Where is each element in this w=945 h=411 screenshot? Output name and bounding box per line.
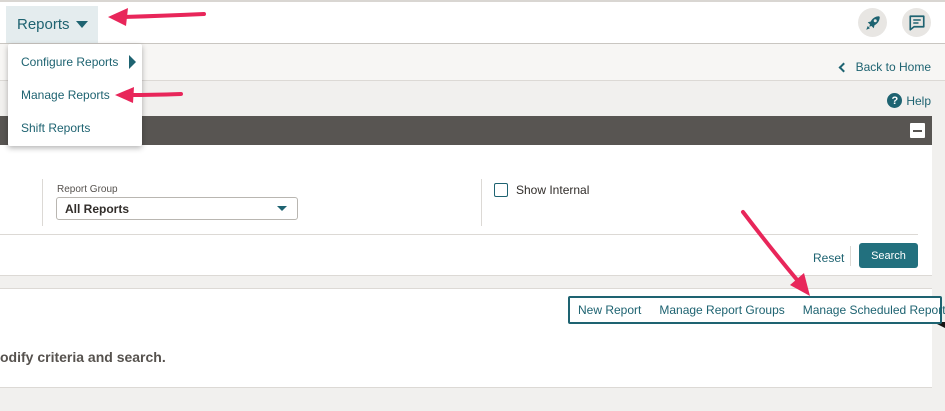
rocket-button[interactable] [858,8,887,37]
report-group-select[interactable]: All Reports [56,197,298,220]
search-button[interactable]: Search [859,243,918,268]
show-internal-label: Show Internal [516,183,590,197]
manage-scheduled-reports-link[interactable]: Manage Scheduled Reports [803,303,945,317]
chat-icon [908,14,925,31]
report-actions-group: New Report Manage Report Groups Manage S… [568,296,945,324]
collapse-panel-button[interactable] [910,123,925,138]
chevron-left-icon [838,62,849,72]
caret-down-icon [75,21,88,28]
show-internal-toggle[interactable]: Show Internal [494,183,589,197]
rocket-icon [865,15,880,30]
menu-item-configure-reports[interactable]: Configure Reports [21,55,118,69]
empty-results-message: odify criteria and search. [0,349,166,365]
manage-report-groups-link[interactable]: Manage Report Groups [659,303,784,317]
submenu-arrow-icon [129,55,136,69]
report-group-value: All Reports [65,201,130,216]
minus-icon [913,129,922,132]
divider [850,246,851,266]
back-to-home-label: Back to Home [855,60,931,74]
top-nav-bar: Reports [0,0,945,44]
divider [481,179,482,226]
messages-button[interactable] [902,8,931,37]
reports-menu-button[interactable]: Reports [6,6,98,43]
report-group-label: Report Group [57,184,118,195]
help-link[interactable]: ? Help [887,93,931,108]
menu-item-manage-reports[interactable]: Manage Reports [21,88,110,102]
help-icon: ? [887,93,903,108]
menu-item-shift-reports[interactable]: Shift Reports [21,121,90,135]
new-report-link[interactable]: New Report [578,303,641,317]
help-label: Help [906,93,931,108]
divider [0,234,918,235]
divider [42,179,43,226]
show-internal-checkbox[interactable] [494,183,508,197]
reports-menu-label: Reports [17,16,70,33]
reset-button[interactable]: Reset [813,251,844,265]
caret-down-icon [277,206,287,211]
back-to-home-link[interactable]: Back to Home [838,60,931,74]
